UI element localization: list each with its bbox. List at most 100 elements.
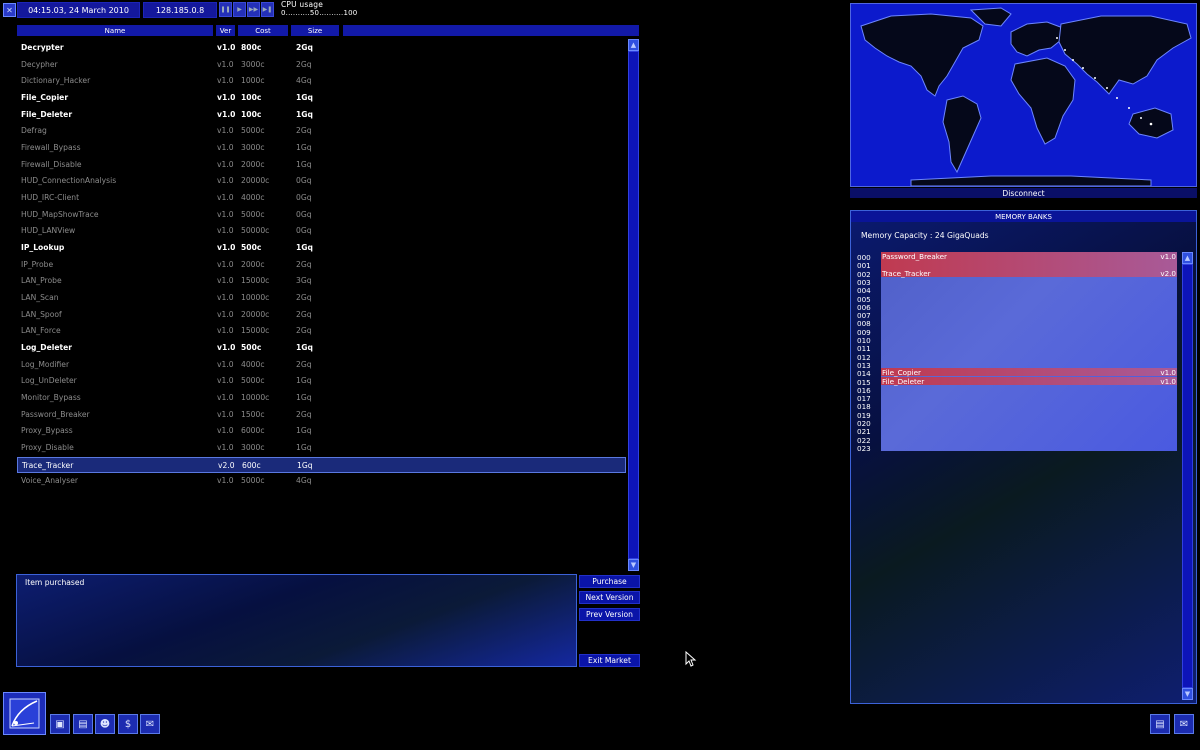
column-header-ver[interactable]: Ver [216, 25, 235, 36]
table-row[interactable]: Decrypter v1.0 800c 2Gq [17, 40, 626, 57]
pause-icon[interactable]: ❚❚ [219, 2, 232, 17]
computer-icon[interactable]: ▣ [50, 714, 70, 734]
cell-size: 0Gq [296, 176, 312, 186]
prev-version-button[interactable]: Prev Version [579, 608, 640, 621]
memory-file-name: File_Deleter [882, 376, 925, 386]
memory-file-block[interactable]: File_Copier v1.0 [881, 368, 1177, 377]
close-icon[interactable]: ✕ [3, 3, 16, 17]
table-row[interactable]: HUD_MapShowTrace v1.0 5000c 0Gq [17, 207, 626, 224]
memory-scrollbar[interactable] [1182, 264, 1193, 688]
table-row[interactable]: Voice_Analyser v1.0 5000c 4Gq [17, 473, 626, 490]
table-row[interactable]: LAN_Force v1.0 15000c 2Gq [17, 323, 626, 340]
memory-file-block[interactable]: Trace_Tracker v2.0 [881, 268, 1177, 278]
memory-file-name: Trace_Tracker [882, 268, 931, 278]
cell-size: 2Gq [296, 59, 312, 69]
cell-name: HUD_LANView [21, 226, 76, 236]
table-row[interactable]: LAN_Probe v1.0 15000c 3Gq [17, 273, 626, 290]
scroll-down-icon[interactable]: ▼ [628, 559, 639, 571]
cell-size: 0Gq [296, 226, 312, 236]
mail-icon[interactable]: ✉ [140, 714, 160, 734]
scroll-up-icon[interactable]: ▲ [628, 39, 639, 51]
skip-forward-icon[interactable]: ▶❚ [261, 2, 274, 17]
cell-version: v1.0 [217, 443, 234, 453]
table-row[interactable]: LAN_Scan v1.0 10000c 2Gq [17, 290, 626, 307]
cell-version: v1.0 [217, 426, 234, 436]
column-header-name[interactable]: Name [17, 25, 213, 36]
table-row[interactable]: Log_Deleter v1.0 500c 1Gq [17, 340, 626, 357]
cell-version: v1.0 [217, 193, 234, 203]
cell-cost: 500c [241, 343, 262, 353]
note-icon[interactable]: ▤ [1150, 714, 1170, 734]
cell-version: v1.0 [217, 259, 234, 269]
table-row[interactable]: Log_Modifier v1.0 4000c 2Gq [17, 357, 626, 374]
cell-version: v1.0 [217, 243, 236, 253]
table-row[interactable]: Dictionary_Hacker v1.0 1000c 4Gq [17, 73, 626, 90]
column-header-size[interactable]: Size [291, 25, 339, 36]
cell-cost: 5000c [241, 376, 265, 386]
table-row[interactable]: IP_Probe v1.0 2000c 2Gq [17, 257, 626, 274]
table-row-selected[interactable]: Trace_Tracker v2.0 600c 1Gq [17, 456, 626, 474]
floppy-disk-icon[interactable]: ▤ [73, 714, 93, 734]
dollar-icon[interactable]: $ [118, 714, 138, 734]
memory-scroll-up-icon[interactable]: ▲ [1182, 252, 1193, 264]
cell-name: Trace_Tracker [22, 460, 74, 470]
cell-cost: 15000c [241, 326, 270, 336]
world-map[interactable] [850, 3, 1197, 187]
cell-name: LAN_Spoof [21, 309, 62, 319]
column-header-spacer [343, 25, 639, 36]
table-row[interactable]: File_Copier v1.0 100c 1Gq [17, 90, 626, 107]
cell-size: 2Gq [296, 126, 312, 136]
cell-size: 1Gq [296, 426, 312, 436]
table-row[interactable]: File_Deleter v1.0 100c 1Gq [17, 107, 626, 124]
cell-version: v1.0 [217, 293, 234, 303]
cell-version: v1.0 [217, 409, 234, 419]
table-row[interactable]: Firewall_Bypass v1.0 3000c 1Gq [17, 140, 626, 157]
table-row[interactable]: Proxy_Bypass v1.0 6000c 1Gq [17, 423, 626, 440]
next-version-button[interactable]: Next Version [579, 591, 640, 604]
cell-version: v1.0 [217, 326, 234, 336]
cell-name: Dictionary_Hacker [21, 76, 91, 86]
table-row[interactable]: Defrag v1.0 5000c 2Gq [17, 123, 626, 140]
cell-size: 1Gq [296, 109, 313, 119]
memory-scroll-down-icon[interactable]: ▼ [1182, 688, 1193, 700]
cell-version: v1.0 [217, 376, 234, 386]
software-list: Decrypter v1.0 800c 2Gq Decypher v1.0 3000c 2Gq… [17, 40, 626, 490]
cell-name: File_Deleter [21, 109, 73, 119]
table-row[interactable]: Monitor_Bypass v1.0 10000c 1Gq [17, 390, 626, 407]
column-header-cost[interactable]: Cost [238, 25, 288, 36]
cell-cost: 5000c [241, 209, 265, 219]
table-row[interactable]: Password_Breaker v1.0 1500c 2Gq [17, 407, 626, 424]
main-menu-logo-icon[interactable] [3, 692, 46, 735]
table-row[interactable]: Decypher v1.0 3000c 2Gq [17, 57, 626, 74]
disconnect-button[interactable]: Disconnect [850, 188, 1197, 198]
memory-file-block[interactable]: File_Deleter v1.0 [881, 376, 1177, 386]
cell-version: v2.0 [218, 460, 235, 470]
memory-file-block[interactable]: Password_Breaker v1.0 [881, 252, 1177, 269]
table-row[interactable]: HUD_LANView v1.0 50000c 0Gq [17, 223, 626, 240]
cell-version: v1.0 [217, 126, 234, 136]
table-row[interactable]: Proxy_Disable v1.0 3000c 1Gq [17, 440, 626, 457]
cell-size: 2Gq [296, 259, 312, 269]
cell-size: 1Gq [296, 343, 313, 353]
table-row[interactable]: LAN_Spoof v1.0 20000c 2Gq [17, 307, 626, 324]
memory-capacity: Memory Capacity : 24 GigaQuads [861, 231, 989, 240]
play-icon[interactable]: ▶ [233, 2, 246, 17]
cell-version: v1.0 [217, 309, 234, 319]
table-row[interactable]: Log_UnDeleter v1.0 5000c 1Gq [17, 373, 626, 390]
cell-size: 1Gq [296, 443, 312, 453]
cell-cost: 10000c [241, 393, 270, 403]
table-row[interactable]: HUD_IRC-Client v1.0 4000c 0Gq [17, 190, 626, 207]
table-row[interactable]: HUD_ConnectionAnalysis v1.0 20000c 0Gq [17, 173, 626, 190]
table-scrollbar[interactable] [628, 51, 639, 559]
cell-cost: 20000c [241, 309, 270, 319]
purchase-button[interactable]: Purchase [579, 575, 640, 588]
exit-market-button[interactable]: Exit Market [579, 654, 640, 667]
cell-name: LAN_Scan [21, 293, 59, 303]
fast-forward-icon[interactable]: ▶▶ [247, 2, 260, 17]
memory-banks-title: MEMORY BANKS [851, 211, 1196, 222]
mail-icon[interactable]: ✉ [1174, 714, 1194, 734]
table-row[interactable]: IP_Lookup v1.0 500c 1Gq [17, 240, 626, 257]
table-row[interactable]: Firewall_Disable v1.0 2000c 1Gq [17, 157, 626, 174]
person-icon[interactable]: ☻ [95, 714, 115, 734]
cell-size: 2Gq [296, 309, 312, 319]
